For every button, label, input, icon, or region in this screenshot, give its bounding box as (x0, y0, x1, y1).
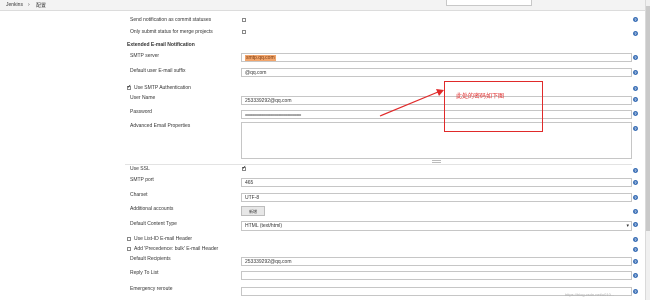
help-icon[interactable]: ? (633, 168, 638, 173)
help-icon[interactable]: ? (633, 70, 638, 75)
only-submit-label: Only submit status for merge projects (130, 29, 213, 35)
add-precedence-label: Add 'Precedence: bulk' E-mail Header (134, 246, 219, 252)
charset-input[interactable]: UTF-8 (241, 193, 632, 202)
use-smtp-auth-checkbox[interactable] (127, 84, 131, 90)
annotation-text: 此处的密码如下图 (456, 93, 505, 100)
reply-to-input[interactable] (241, 271, 632, 280)
help-icon[interactable]: ? (633, 247, 638, 252)
emergency-reroute-label: Emergency reroute (130, 286, 173, 292)
help-icon[interactable]: ? (633, 259, 638, 264)
add-account-button[interactable]: 新增 (241, 206, 265, 216)
default-recipients-input[interactable]: 253339292@qq.com (241, 257, 632, 266)
default-recipients-label: Default Recipients (130, 256, 171, 262)
help-icon[interactable]: ? (633, 180, 638, 185)
smtp-server-input[interactable]: smtp.qq.com (241, 53, 632, 62)
use-list-id-checkbox[interactable] (127, 237, 131, 241)
help-icon[interactable]: ? (633, 289, 638, 294)
help-icon[interactable]: ? (633, 237, 638, 242)
breadcrumb-current[interactable]: 配置 (36, 2, 46, 9)
help-icon[interactable]: ? (633, 111, 638, 116)
password-label: Password (130, 109, 152, 115)
add-precedence-checkbox[interactable] (127, 247, 131, 251)
advanced-props-textarea[interactable] (241, 122, 632, 159)
help-icon[interactable]: ? (633, 273, 638, 278)
help-icon[interactable]: ? (633, 195, 638, 200)
section-title: Extended E-mail Notification (127, 42, 195, 48)
advanced-props-label: Advanced Email Properties (130, 123, 191, 129)
user-name-input[interactable]: 253339292@qq.com (241, 96, 632, 105)
default-suffix-label: Default user E-mail suffix (130, 68, 186, 74)
chevron-down-icon: ▾ (626, 223, 629, 229)
use-ssl-label: Use SSL (130, 166, 150, 172)
help-icon[interactable]: ? (633, 55, 638, 60)
resize-handle[interactable] (432, 160, 441, 163)
default-content-type-label: Default Content Type (130, 221, 177, 227)
divider (125, 164, 632, 165)
breadcrumb-root[interactable]: Jenkins (6, 2, 23, 8)
use-smtp-auth-label: Use SMTP Authentication (134, 85, 191, 91)
help-icon[interactable]: ? (633, 209, 638, 214)
use-list-id-label: Use List-ID E-mail Header (134, 236, 193, 242)
smtp-port-label: SMTP port (130, 177, 154, 183)
smtp-server-value: smtp.qq.com (245, 55, 276, 61)
charset-label: Charset (130, 192, 148, 198)
default-content-type-select[interactable]: HTML (text/html) ▾ (241, 221, 632, 231)
send-notification-label: Send notification as commit statuses (130, 17, 212, 23)
help-icon[interactable]: ? (633, 86, 638, 91)
only-submit-checkbox[interactable] (242, 30, 246, 34)
reply-to-label: Reply To List (130, 270, 159, 276)
annotation-box (444, 81, 543, 132)
use-ssl-checkbox[interactable] (242, 165, 246, 171)
additional-accounts-label: Additional accounts (130, 206, 174, 212)
scrollbar-thumb[interactable] (646, 6, 650, 231)
default-suffix-input[interactable]: @qq.com (241, 68, 632, 77)
default-content-type-value: HTML (text/html) (245, 223, 283, 229)
help-icon[interactable]: ? (633, 126, 638, 131)
breadcrumb: Jenkins › 配置 (0, 0, 650, 11)
help-icon[interactable]: ? (633, 31, 638, 36)
watermark: https://blog.csdn.net/u010... (565, 292, 615, 297)
help-icon[interactable]: ? (633, 17, 638, 22)
smtp-port-input[interactable]: 465 (241, 178, 632, 187)
user-name-label: User Name (130, 95, 156, 101)
help-icon[interactable]: ? (633, 222, 638, 227)
breadcrumb-separator: › (28, 2, 30, 8)
smtp-server-label: SMTP server (130, 53, 160, 59)
help-icon[interactable]: ? (633, 97, 638, 102)
send-notification-checkbox[interactable] (242, 18, 246, 22)
password-input[interactable]: ••••••••••••••••••••••••••••••••••••••••… (241, 110, 632, 119)
dropdown-popup (446, 0, 532, 6)
